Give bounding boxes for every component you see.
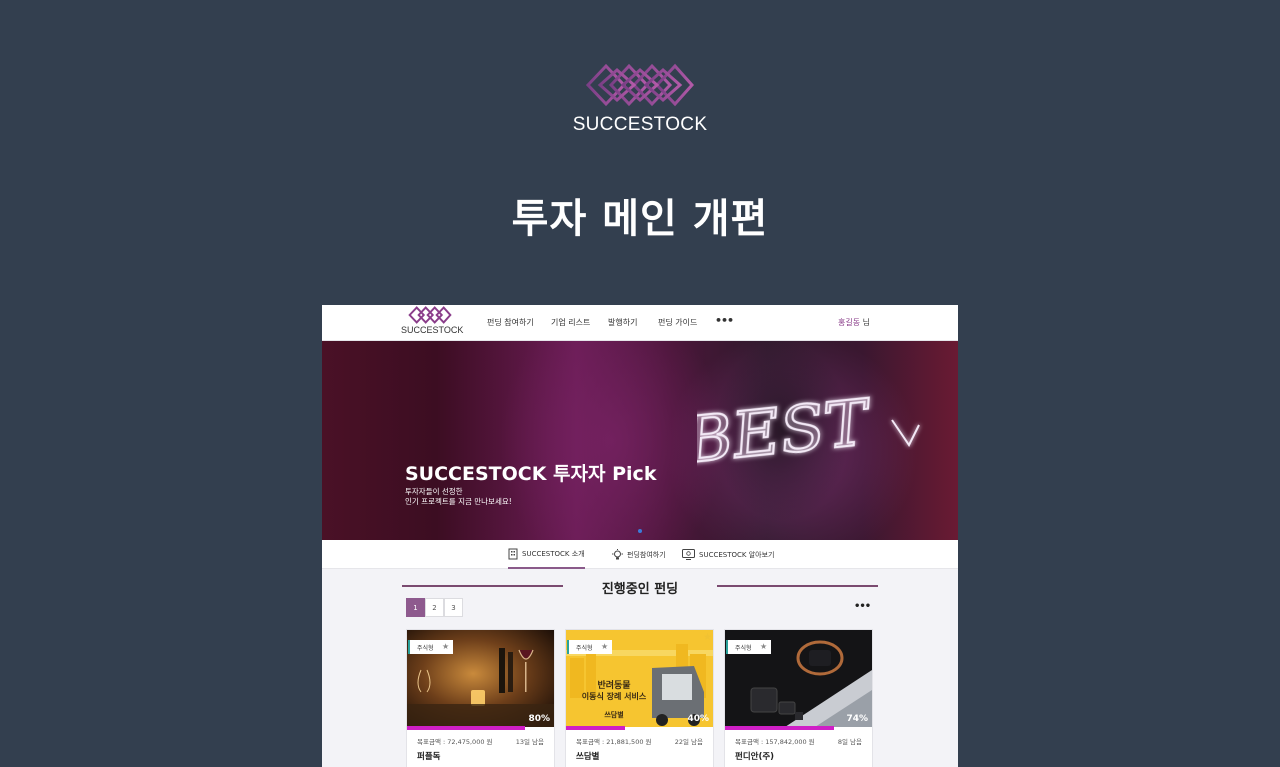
hero-title: SUCCESTOCK 투자자 Pick xyxy=(405,463,657,485)
funding-card[interactable]: 주식형 ★ 74% 목표금액 : 157,842,000 원 8일 남음 펀디안… xyxy=(724,629,873,767)
card-days-left: 22일 남음 xyxy=(674,738,703,746)
sub-tabs: SUCCESTOCK 소개 펀딩참여하기 SUCCESTOCK 알아보기 xyxy=(322,540,958,569)
mockup-nav-bar: SUCCESTOCK 펀딩 참여하기 기업 리스트 발행하기 펀딩 가이드 ••… xyxy=(322,305,958,341)
featured-star-icon: ★ xyxy=(703,632,712,643)
lightbulb-icon xyxy=(612,548,623,559)
hero-subtitle-line2: 인기 프로젝트를 지금 만나보세요! xyxy=(405,497,512,506)
user-greeting[interactable]: 홍길동 님 xyxy=(838,317,870,328)
card-progress-bar xyxy=(566,726,625,730)
user-name: 홍길동 xyxy=(838,318,861,327)
favorite-star-icon[interactable]: ★ xyxy=(442,642,449,651)
card-image-text-1: 반려동물 xyxy=(597,679,630,691)
brand-name: SUCCESTOCK xyxy=(572,114,708,135)
card-percent: 74% xyxy=(846,714,868,724)
diamond-lattice-logo-icon xyxy=(586,63,694,107)
funding-card[interactable]: 주식형 ★ 80% 목표금액 : 72,475,000 원 13일 남음 퍼플독 xyxy=(406,629,555,767)
card-image-text-2: 이동식 장례 서비스 xyxy=(582,691,647,701)
card-goal: 목표금액 : 72,475,000 원 xyxy=(417,738,493,746)
funding-card[interactable]: 반려동물 이동식 장례 서비스 쓰담별 주식형 ★ ★ 40% 목표금액 : 2… xyxy=(565,629,714,767)
page-button-1[interactable]: 1 xyxy=(406,598,425,617)
neon-text: BEST xyxy=(697,386,870,475)
nav-item-funding[interactable]: 펀딩 참여하기 xyxy=(487,317,534,328)
card-name: 쓰담별 xyxy=(576,752,600,762)
page-button-2[interactable]: 2 xyxy=(425,598,444,617)
nav-item-company-list[interactable]: 기업 리스트 xyxy=(551,317,590,328)
card-image: 반려동물 이동식 장례 서비스 쓰담별 주식형 ★ ★ 40% xyxy=(566,630,713,727)
tab-participate[interactable]: 펀딩참여하기 xyxy=(612,540,666,569)
card-days-left: 8일 남음 xyxy=(837,738,862,746)
page-button-3[interactable]: 3 xyxy=(444,598,463,617)
carousel-dot[interactable] xyxy=(638,529,642,533)
hero-subtitle: 투자자들이 선정한 인기 프로젝트를 지금 만나보세요! xyxy=(405,487,512,507)
card-image: 주식형 ★ 74% xyxy=(725,630,872,727)
building-icon xyxy=(508,548,518,559)
card-image: 주식형 ★ 80% xyxy=(407,630,554,727)
site-mockup: SUCCESTOCK 펀딩 참여하기 기업 리스트 발행하기 펀딩 가이드 ••… xyxy=(322,305,958,767)
nav-item-issue[interactable]: 발행하기 xyxy=(608,317,637,328)
tab-learn-more-label: SUCCESTOCK 알아보기 xyxy=(699,550,775,559)
monitor-icon xyxy=(682,549,695,560)
section-divider-right xyxy=(717,585,878,587)
neon-sign-image: BEST xyxy=(697,385,920,475)
tab-participate-label: 펀딩참여하기 xyxy=(627,550,666,559)
card-progress-bar xyxy=(407,726,525,730)
favorite-star-icon[interactable]: ★ xyxy=(601,642,608,651)
user-suffix: 님 xyxy=(860,318,870,327)
card-name: 펀디안(주) xyxy=(735,752,775,762)
card-percent: 80% xyxy=(528,714,550,724)
card-goal: 목표금액 : 157,842,000 원 xyxy=(735,738,815,746)
card-percent: 40% xyxy=(687,714,709,724)
diamond-lattice-logo-icon xyxy=(408,306,452,324)
card-days-left: 13일 남음 xyxy=(515,738,544,746)
tab-about-label: SUCCESTOCK 소개 xyxy=(522,549,585,558)
mockup-logo-text: SUCCESTOCK xyxy=(401,325,464,335)
brand-header: SUCCESTOCK xyxy=(0,62,1280,136)
mockup-logo[interactable]: SUCCESTOCK xyxy=(401,306,464,335)
card-progress-bar xyxy=(725,726,834,730)
hero-banner[interactable]: BEST SUCCESTOCK 투자자 Pick 투자자들이 선정한 인기 프로… xyxy=(322,341,958,540)
nav-more-icon[interactable]: ••• xyxy=(715,314,734,327)
tab-about[interactable]: SUCCESTOCK 소개 xyxy=(508,540,585,569)
section-more-icon[interactable]: ••• xyxy=(854,601,871,612)
section-title: 진행중인 펀딩 xyxy=(601,582,679,597)
tab-learn-more[interactable]: SUCCESTOCK 알아보기 xyxy=(682,540,774,569)
card-image-text-3: 쓰담별 xyxy=(604,710,623,719)
favorite-star-icon[interactable]: ★ xyxy=(760,642,767,651)
card-name: 퍼플독 xyxy=(417,752,441,762)
card-goal: 목표금액 : 21,881,500 원 xyxy=(576,738,652,746)
nav-item-guide[interactable]: 펀딩 가이드 xyxy=(658,317,697,328)
pagination: 1 2 3 xyxy=(406,598,463,617)
page-title: 투자 메인 개편 xyxy=(511,196,769,242)
hero-subtitle-line1: 투자자들이 선정한 xyxy=(405,487,463,496)
